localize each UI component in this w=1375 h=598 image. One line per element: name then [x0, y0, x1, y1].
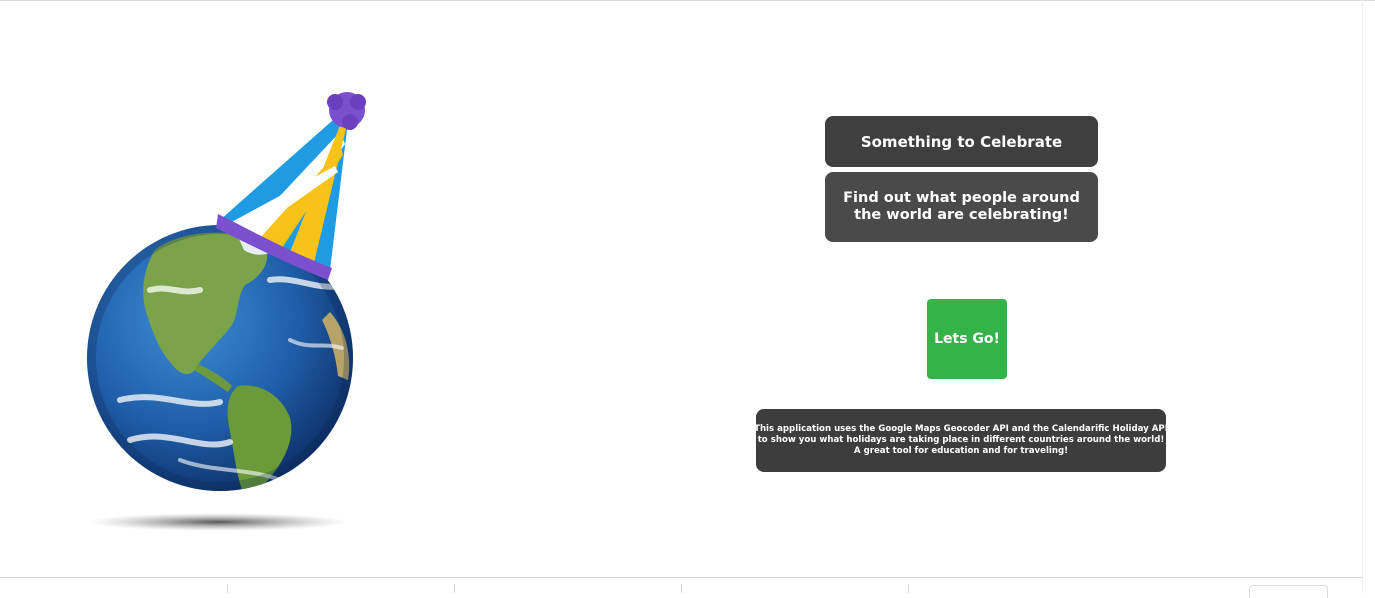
lets-go-button[interactable]: Lets Go! — [927, 299, 1007, 379]
top-divider — [0, 0, 1375, 1]
about-line-1: This application uses the Google Maps Ge… — [754, 424, 1168, 434]
bottom-control[interactable] — [1249, 585, 1328, 598]
page-title-text: Something to Celebrate — [860, 132, 1063, 151]
bottom-divider — [0, 577, 1362, 578]
about-line-3: A great tool for education and for trave… — [853, 446, 1069, 456]
page-title: Something to Celebrate — [825, 116, 1098, 167]
page-subtitle: Find out what people around the world ar… — [825, 172, 1098, 242]
bottom-tab-separator — [454, 584, 455, 593]
about-line-2: to show you what holidays are taking pla… — [757, 435, 1165, 445]
scrollbar-track — [1362, 0, 1363, 593]
bottom-tab-separator — [681, 584, 682, 593]
page-subtitle-text: Find out what people around the world ar… — [843, 190, 1080, 223]
globe-shadow — [88, 513, 348, 531]
bottom-tab-separator — [908, 584, 909, 593]
about-description: This application uses the Google Maps Ge… — [754, 409, 1168, 472]
hero-globe-image — [60, 80, 390, 540]
bottom-tab-separator — [227, 584, 228, 593]
lets-go-label: Lets Go! — [934, 331, 1000, 347]
